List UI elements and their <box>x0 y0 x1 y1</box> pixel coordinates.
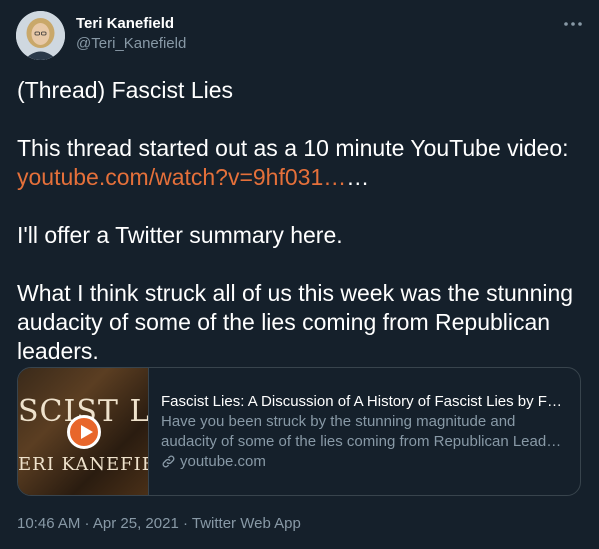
card-info: Fascist Lies: A Discussion of A History … <box>149 368 580 495</box>
avatar-image <box>16 11 65 60</box>
card-domain-text: youtube.com <box>180 452 266 470</box>
tweet: Teri Kanefield @Teri_Kanefield (Thread) … <box>0 0 599 549</box>
card-description: Have you been struck by the stunning mag… <box>161 412 569 452</box>
link-ellipsis: … <box>346 164 370 190</box>
tweet-source[interactable]: Twitter Web App <box>192 515 301 532</box>
meta-separator: · <box>178 515 192 532</box>
link-icon <box>161 454 176 469</box>
tweet-link-line: youtube.com/watch?v=9hf031…… <box>17 163 587 192</box>
card-title: Fascist Lies: A Discussion of A History … <box>161 392 569 410</box>
tweet-text: (Thread) Fascist Lies This thread starte… <box>17 76 587 366</box>
tweet-meta: 10:46 AM · Apr 25, 2021 · Twitter Web Ap… <box>17 514 301 534</box>
card-thumbnail[interactable]: SCIST LI ERI KANEFIEL <box>18 368 149 495</box>
avatar[interactable] <box>16 11 65 60</box>
display-name[interactable]: Teri Kanefield <box>76 14 186 34</box>
card-description-line2: audacity of some of the lies coming from… <box>161 432 569 450</box>
user-handle[interactable]: @Teri_Kanefield <box>76 34 186 54</box>
author-block: Teri Kanefield @Teri_Kanefield <box>76 14 186 54</box>
link-preview-card[interactable]: SCIST LI ERI KANEFIEL Fascist Lies: A Di… <box>17 367 581 496</box>
card-description-line1: Have you been struck by the stunning mag… <box>161 412 516 430</box>
tweet-time[interactable]: 10:46 AM <box>17 515 80 532</box>
youtube-link[interactable]: youtube.com/watch?v=9hf031… <box>17 164 346 190</box>
tweet-date[interactable]: Apr 25, 2021 <box>93 515 179 532</box>
card-domain: youtube.com <box>161 452 569 472</box>
tweet-line-intro: This thread started out as a 10 minute Y… <box>17 135 569 161</box>
play-icon[interactable] <box>67 415 101 449</box>
more-horizontal-icon[interactable] <box>563 14 583 34</box>
tweet-line-body: What I think struck all of us this week … <box>17 280 574 364</box>
meta-separator: · <box>80 515 93 532</box>
tweet-line-summary: I'll offer a Twitter summary here. <box>17 222 343 248</box>
tweet-line-title: (Thread) Fascist Lies <box>17 77 234 103</box>
thumbnail-author-text: ERI KANEFIEL <box>18 454 148 475</box>
